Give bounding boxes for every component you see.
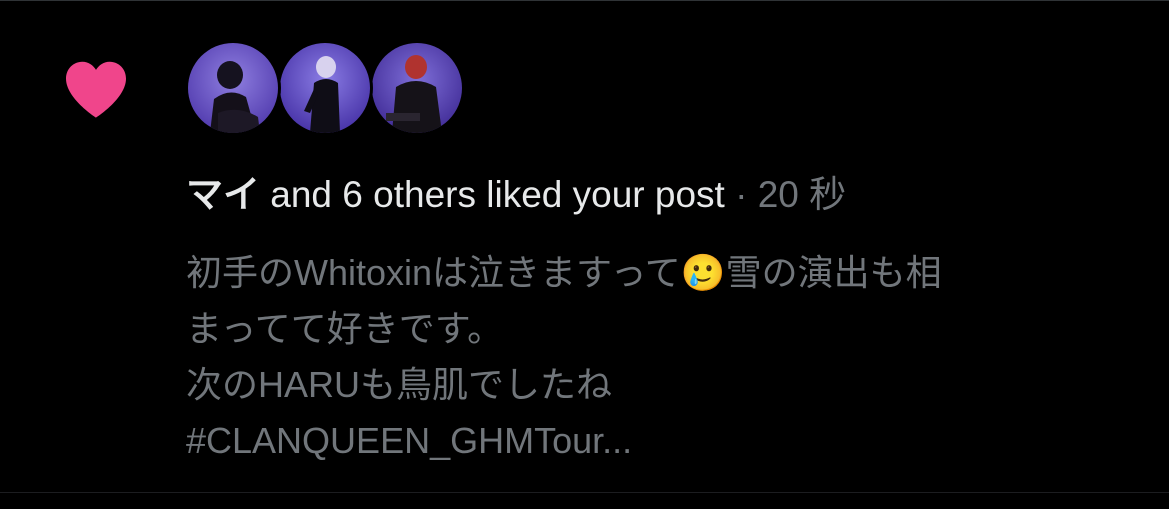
avatar[interactable] xyxy=(372,43,462,133)
divider xyxy=(0,492,1169,493)
action-text: and 6 others liked your post xyxy=(260,174,725,215)
post-preview[interactable]: 初手のWhitoxinは泣きますって🥲雪の演出も相 まってて好きです。 次のHA… xyxy=(186,245,1146,469)
user-name[interactable]: マイ xyxy=(186,174,260,215)
avatar[interactable] xyxy=(188,43,278,133)
post-line: 初手のWhitoxinは泣きますって🥲雪の演出も相 xyxy=(186,252,942,293)
separator: · xyxy=(724,174,758,215)
post-line: まってて好きです。 xyxy=(186,308,504,349)
notification-summary: マイ and 6 others liked your post · 20 秒 xyxy=(186,171,846,219)
heart-icon xyxy=(66,61,126,118)
post-line: #CLANQUEEN_GHMTour... xyxy=(186,420,633,461)
post-line: 次のHARUも鳥肌でしたね xyxy=(186,364,613,405)
like-notification[interactable]: マイ and 6 others liked your post · 20 秒 初… xyxy=(0,0,1169,509)
avatar[interactable] xyxy=(280,43,370,133)
timestamp: 20 秒 xyxy=(757,174,847,215)
